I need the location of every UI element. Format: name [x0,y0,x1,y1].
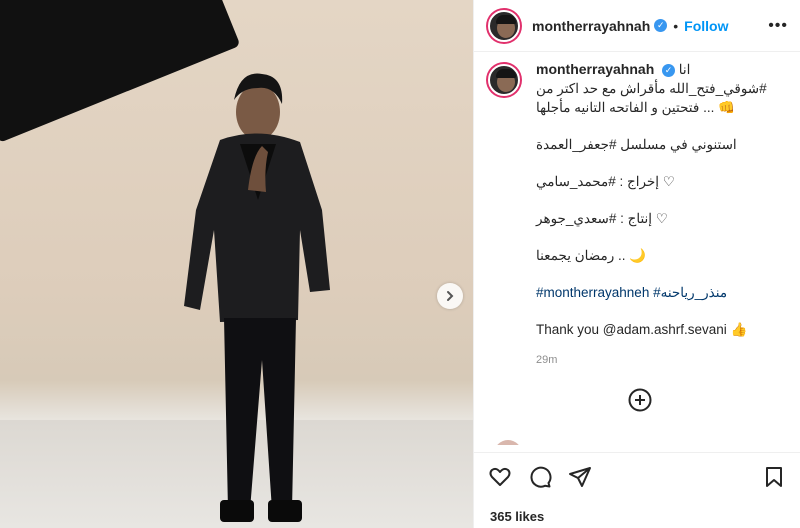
likes-count[interactable]: 365 likes [490,509,544,524]
caption-username[interactable]: montherrayahnah [536,61,654,77]
post-photo[interactable] [0,0,473,528]
post-time[interactable]: 29m [536,351,786,370]
caption-line: 🌙 .. رمضان يجمعنا [536,248,647,263]
post-header: montherrayahnah ✓ • Follow ••• [474,0,800,52]
caption-line: استنوني في مسلسل #جعفر_العمدة [536,137,737,152]
action-bar [474,452,800,500]
avatar[interactable] [488,9,520,42]
comments-section: montherrayahnah ✓ انا #شوقي_فتح_الله مأق… [474,60,800,445]
header-username[interactable]: montherrayahnah [532,18,650,34]
caption: montherrayahnah ✓ انا #شوقي_فتح_الله مأق… [488,60,786,370]
comment-icon[interactable] [528,465,552,489]
caption-body: montherrayahnah ✓ انا #شوقي_فتح_الله مأق… [536,60,786,370]
more-options-icon[interactable]: ••• [768,17,788,35]
caption-avatar[interactable] [488,64,520,96]
caption-line: ♡ إخراج : #محمد_سامي [536,174,675,189]
heart-icon[interactable] [488,465,512,489]
verified-badge-icon: ✓ [662,63,676,77]
next-photo-button[interactable] [437,283,463,309]
bookmark-icon[interactable] [762,465,786,489]
load-more-comments-icon[interactable] [628,388,652,412]
comment-avatar[interactable] [494,440,522,445]
follow-button[interactable]: Follow [684,18,728,34]
verified-badge-icon: ✓ [654,19,668,32]
separator-dot: • [673,17,679,34]
caption-line: Thank you @adam.ashrf.sevani 👍 [536,322,748,337]
chevron-right-icon [447,291,454,301]
caption-line: montherrayahnah ✓ انا #شوقي_فتح_الله مأق… [536,60,786,117]
post-panel: montherrayahnah ✓ • Follow ••• montherra… [473,0,800,528]
man-figure [184,73,330,522]
caption-line: ♡ إنتاج : #سعدي_جوهر [536,211,668,226]
share-icon[interactable] [568,465,592,489]
caption-hashtags[interactable]: #montherrayahneh #منذر_رياحنه [536,283,786,302]
